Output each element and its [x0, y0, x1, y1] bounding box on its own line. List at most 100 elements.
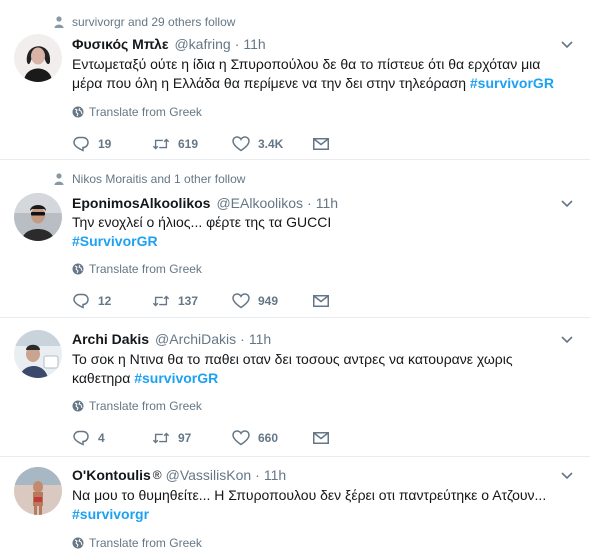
like-count: 949	[258, 294, 279, 308]
separator-dot: ·	[234, 36, 240, 52]
globe-icon	[72, 537, 84, 549]
tweet-text-line: Το σοκ η Ντινα θα το παθει οταν δει τοσο…	[72, 351, 513, 367]
name-mark: ®	[152, 468, 162, 482]
tweet-header: Φυσικός Μπλε @kafring · 11h	[72, 34, 266, 54]
tweet-text: Την ενοχλεί ο ήλιος... φέρτε της τα GUCC…	[72, 213, 572, 251]
retweet-button[interactable]: 619	[152, 135, 232, 153]
retweet-icon	[152, 292, 170, 310]
tweet[interactable]: O'Kontoulis ® @VassilisKon · 11h Να μου …	[0, 457, 590, 557]
like-button[interactable]: 949	[232, 292, 312, 310]
globe-icon	[72, 400, 84, 412]
user-handle[interactable]: @VassilisKon	[166, 467, 252, 483]
person-icon	[52, 172, 66, 186]
envelope-icon	[312, 429, 330, 447]
retweet-icon	[152, 429, 170, 447]
like-count: 3.4K	[258, 137, 284, 151]
tweet-text-line: μέρα που όλη η Ελλάδα θα περίμενε να την…	[72, 75, 554, 91]
social-context[interactable]: survivorgr and 29 others follow	[52, 14, 235, 30]
tweet-actions: 19 619 3.4K	[72, 134, 352, 154]
tweet-text-line: καθετηρα #survivorGR	[72, 370, 219, 386]
translate-text: Translate from Greek	[89, 399, 202, 413]
tweet[interactable]: survivorgr and 29 others follow Φυσικός …	[0, 0, 590, 160]
tweet-text: Το σοκ η Ντινα θα το παθει οταν δει τοσο…	[72, 350, 572, 388]
avatar[interactable]	[14, 34, 62, 82]
globe-icon	[72, 106, 84, 118]
timestamp[interactable]: 11h	[264, 467, 286, 483]
envelope-icon	[312, 135, 330, 153]
separator-dot: ·	[240, 331, 245, 347]
like-button[interactable]: 660	[232, 429, 312, 447]
tweet[interactable]: Archi Dakis @ArchiDakis · 11h Το σοκ η Ν…	[0, 318, 590, 457]
hashtag-link[interactable]: #survivorGR	[470, 75, 554, 91]
tweet-actions: 4 97 660	[72, 428, 352, 448]
heart-icon	[232, 135, 250, 153]
display-name[interactable]: ΕponimosAlkoolikos	[72, 195, 210, 211]
heart-icon	[232, 292, 250, 310]
translate-link[interactable]: Translate from Greek	[72, 535, 202, 551]
globe-icon	[72, 263, 84, 275]
tweet-text-line: #survivorgr	[72, 505, 572, 524]
chevron-down-icon[interactable]	[560, 333, 574, 347]
retweet-button[interactable]: 137	[152, 292, 232, 310]
reply-icon	[72, 429, 90, 447]
display-name[interactable]: Φυσικός Μπλε	[72, 36, 168, 52]
timestamp[interactable]: 11h	[243, 36, 265, 52]
display-name[interactable]: Archi Dakis	[72, 331, 149, 347]
display-name[interactable]: O'Kontoulis	[72, 467, 151, 483]
translate-text: Translate from Greek	[89, 262, 202, 276]
retweet-count: 619	[178, 137, 199, 151]
reply-button[interactable]: 4	[72, 429, 152, 447]
timestamp[interactable]: 11h	[316, 195, 338, 211]
avatar[interactable]	[14, 467, 62, 515]
tweet[interactable]: Nikos Moraitis and 1 other follow Εponim…	[0, 160, 590, 318]
social-context[interactable]: Nikos Moraitis and 1 other follow	[52, 171, 245, 187]
tweet-text-line: Εντωμεταξύ ούτε η ίδια η Σπυροπούλου δε …	[72, 56, 541, 72]
reply-count: 12	[98, 294, 112, 308]
direct-message-button[interactable]	[312, 292, 352, 310]
translate-link[interactable]: Translate from Greek	[72, 398, 202, 414]
tweet-text-line: Την ενοχλεί ο ήλιος... φέρτε της τα GUCC…	[72, 214, 332, 230]
user-handle[interactable]: @EAlkoolikos	[216, 195, 303, 211]
retweet-icon	[152, 135, 170, 153]
social-context-text: survivorgr and 29 others follow	[72, 15, 236, 29]
user-handle[interactable]: @kafring	[174, 36, 230, 52]
envelope-icon	[312, 292, 330, 310]
translate-link[interactable]: Translate from Greek	[72, 261, 202, 277]
translate-text: Translate from Greek	[89, 536, 202, 550]
person-icon	[52, 15, 66, 29]
tweet-text-line: Να μου το θυμηθείτε... Η Σπυροπουλου δεν…	[72, 487, 547, 503]
reply-count: 4	[98, 431, 105, 445]
direct-message-button[interactable]	[312, 135, 352, 153]
reply-count: 19	[98, 137, 112, 151]
user-handle[interactable]: @ArchiDakis	[155, 331, 236, 347]
tweet-header: Archi Dakis @ArchiDakis · 11h	[72, 329, 271, 349]
hashtag-link[interactable]: #SurvivorGR	[72, 233, 158, 249]
translate-link[interactable]: Translate from Greek	[72, 104, 202, 120]
timestamp[interactable]: 11h	[249, 331, 271, 347]
avatar[interactable]	[14, 193, 62, 241]
chevron-down-icon[interactable]	[560, 469, 574, 483]
tweet-text: Εντωμεταξύ ούτε η ίδια η Σπυροπούλου δε …	[72, 55, 572, 93]
chevron-down-icon[interactable]	[560, 197, 574, 211]
tweet-text: Να μου το θυμηθείτε... Η Σπυροπουλου δεν…	[72, 486, 572, 524]
chevron-down-icon[interactable]	[560, 38, 574, 52]
reply-button[interactable]: 12	[72, 292, 152, 310]
like-count: 660	[258, 431, 279, 445]
reply-icon	[72, 135, 90, 153]
hashtag-link[interactable]: #survivorGR	[134, 370, 218, 386]
translate-text: Translate from Greek	[89, 105, 202, 119]
retweet-count: 137	[178, 294, 199, 308]
like-button[interactable]: 3.4K	[232, 135, 312, 153]
social-context-text: Nikos Moraitis and 1 other follow	[72, 172, 246, 186]
tweet-header: ΕponimosAlkoolikos @EAlkoolikos · 11h	[72, 193, 338, 213]
hashtag-link[interactable]: #survivorgr	[72, 506, 149, 522]
tweet-actions: 12 137 949	[72, 291, 352, 311]
retweet-count: 97	[178, 431, 192, 445]
reply-button[interactable]: 19	[72, 135, 152, 153]
separator-dot: ·	[307, 195, 312, 211]
avatar[interactable]	[14, 330, 62, 378]
retweet-button[interactable]: 97	[152, 429, 232, 447]
tweet-header: O'Kontoulis ® @VassilisKon · 11h	[72, 465, 286, 485]
direct-message-button[interactable]	[312, 429, 352, 447]
separator-dot: ·	[255, 467, 260, 483]
